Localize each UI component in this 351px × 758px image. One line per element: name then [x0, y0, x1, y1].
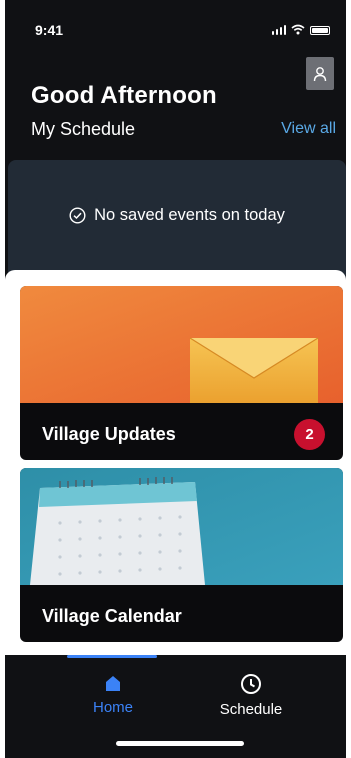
notification-badge: 2 [294, 419, 325, 450]
active-tab-indicator [67, 655, 157, 658]
tab-schedule-label: Schedule [219, 701, 283, 718]
status-bar: 9:41 [5, 0, 346, 50]
envelope-illustration [20, 286, 343, 403]
card-title: Village Updates [42, 424, 176, 444]
status-icons [271, 24, 330, 35]
village-updates-card[interactable]: Village Updates 2 [20, 286, 343, 460]
view-all-link[interactable]: View all [281, 120, 336, 138]
profile-button[interactable] [306, 57, 334, 90]
wifi-icon [291, 24, 305, 35]
check-circle-icon [69, 207, 86, 224]
clock-icon [241, 674, 261, 694]
village-calendar-card[interactable]: Village Calendar [20, 468, 343, 642]
feature-cards-sheet: Village Updates 2 Village Calendar [5, 270, 346, 660]
tab-schedule[interactable]: Schedule [191, 673, 311, 718]
status-time: 9:41 [35, 22, 64, 38]
house-icon [106, 676, 120, 691]
my-schedule-title: My Schedule [31, 119, 136, 139]
empty-events-message: No saved events on today [8, 206, 346, 225]
card-title: Village Calendar [42, 606, 182, 626]
app-screen: 9:41 Good Afternoon My Schedule View all [5, 0, 346, 758]
tab-home[interactable]: Home [53, 673, 173, 716]
cellular-signal-icon [271, 25, 286, 35]
wall-calendar-illustration [20, 468, 343, 585]
greeting-heading: Good Afternoon [31, 82, 217, 109]
empty-events-text: No saved events on today [94, 206, 285, 224]
user-icon [313, 66, 327, 81]
tab-home-label: Home [92, 699, 133, 716]
home-indicator-bar [116, 741, 244, 746]
battery-icon [310, 26, 330, 35]
